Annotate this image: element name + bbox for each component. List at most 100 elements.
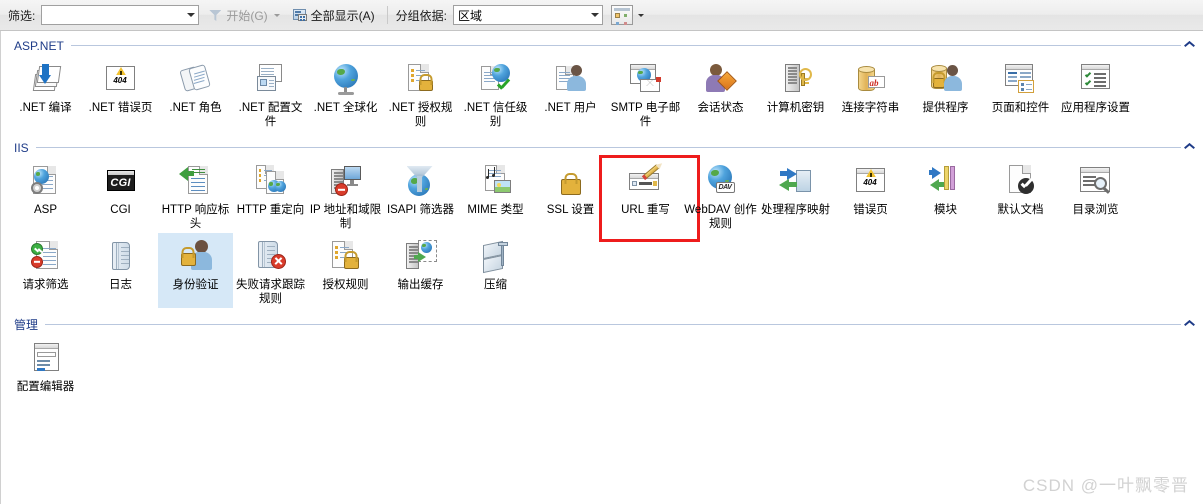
collapse-chevron-icon[interactable]	[1184, 40, 1195, 49]
feature-authentication[interactable]: 身份验证	[158, 233, 233, 308]
dotnet-globalization-icon	[329, 62, 363, 96]
feature-dotnet-authorization-rules[interactable]: .NET 授权规则	[383, 56, 458, 131]
ip-address-domain-restrictions-icon	[329, 164, 363, 198]
dotnet-error-pages-icon: 404	[104, 62, 138, 96]
feature-connection-strings[interactable]: ab 连接字符串	[833, 56, 908, 131]
feature-mime-types[interactable]: MIME 类型	[458, 158, 533, 233]
feature-asp[interactable]: ASP	[8, 158, 83, 233]
chevron-down-icon[interactable]	[591, 13, 600, 17]
application-settings-icon	[1079, 62, 1113, 96]
feature-compression[interactable]: 压缩	[458, 233, 533, 308]
feature-application-settings[interactable]: 应用程序设置	[1058, 56, 1133, 131]
http-response-headers-icon	[178, 164, 213, 198]
authorization-rules-icon	[329, 239, 363, 273]
feature-dotnet-compilation[interactable]: .NET 编译	[8, 56, 83, 131]
feature-failed-request-tracing-rules[interactable]: 失败请求跟踪规则	[233, 233, 308, 308]
section-management: 管理 配置编辑器	[0, 316, 1203, 410]
view-mode-button[interactable]	[611, 5, 634, 25]
dotnet-compilation-icon	[29, 62, 63, 96]
feature-dotnet-error-pages[interactable]: 404 .NET 错误页	[83, 56, 158, 131]
feature-label: 身份验证	[172, 279, 219, 291]
feature-dotnet-trust-levels[interactable]: .NET 信任级别	[458, 56, 533, 131]
section-title: ASP.NET	[14, 38, 64, 53]
show-all-button[interactable]: 全部显示(A)	[288, 4, 379, 26]
feature-cgi[interactable]: CGI CGI	[83, 158, 158, 233]
feature-label: 模块	[934, 204, 957, 216]
feature-dotnet-users[interactable]: .NET 用户	[533, 56, 608, 131]
collapse-chevron-icon[interactable]	[1184, 319, 1195, 328]
icon-grid-management: 配置编辑器	[8, 335, 1203, 410]
feature-dotnet-roles[interactable]: .NET 角色	[158, 56, 233, 131]
machine-key-icon	[779, 62, 813, 96]
feature-label: 压缩	[484, 279, 507, 291]
feature-label: 提供程序	[922, 102, 969, 114]
feature-ip-address-domain-restrictions[interactable]: IP 地址和域限制	[308, 158, 383, 233]
feature-pages-and-controls[interactable]: 页面和控件	[983, 56, 1058, 131]
feature-label: ISAPI 筛选器	[386, 204, 455, 216]
feature-logging[interactable]: 日志	[83, 233, 158, 308]
filter-input[interactable]	[41, 5, 200, 25]
chevron-down-icon[interactable]	[187, 13, 196, 17]
feature-dotnet-profile[interactable]: .NET 配置文件	[233, 56, 308, 131]
smtp-email-icon	[629, 62, 663, 96]
feature-request-filtering[interactable]: 请求筛选	[8, 233, 83, 308]
authentication-icon	[179, 239, 213, 273]
cgi-icon: CGI	[104, 164, 138, 198]
start-filter-label: 开始(G)	[226, 8, 268, 23]
section-title: 管理	[14, 318, 39, 332]
feature-directory-browsing[interactable]: 目录浏览	[1058, 158, 1133, 233]
feature-providers[interactable]: 提供程序	[908, 56, 983, 131]
feature-ssl-settings[interactable]: SSL 设置	[533, 158, 608, 233]
feature-dotnet-globalization[interactable]: .NET 全球化	[308, 56, 383, 131]
feature-label: .NET 角色	[169, 102, 222, 114]
request-filtering-icon	[29, 239, 63, 273]
feature-label: CGI	[110, 204, 131, 216]
dotnet-users-icon	[554, 62, 588, 96]
failed-request-tracing-rules-icon	[254, 239, 288, 273]
feature-label: MIME 类型	[467, 204, 524, 216]
feature-handler-mappings[interactable]: 处理程序映射	[758, 158, 833, 233]
feature-label: 授权规则	[322, 279, 369, 291]
feature-label: 日志	[109, 279, 132, 291]
collapse-chevron-icon[interactable]	[1184, 142, 1195, 151]
feature-http-response-headers[interactable]: HTTP 响应标头	[158, 158, 233, 233]
feature-label: URL 重写	[621, 204, 670, 216]
feature-output-caching[interactable]: 输出缓存	[383, 233, 458, 308]
isapi-filters-icon	[404, 164, 438, 198]
feature-label: .NET 错误页	[88, 102, 153, 114]
feature-label: 会话状态	[697, 102, 744, 114]
feature-label: 页面和控件	[991, 102, 1050, 114]
show-all-label: 全部显示(A)	[310, 8, 375, 23]
feature-isapi-filters[interactable]: ISAPI 筛选器	[383, 158, 458, 233]
group-by-select[interactable]: 区域	[453, 5, 604, 25]
feature-authorization-rules[interactable]: 授权规则	[308, 233, 383, 308]
section-header-aspnet: ASP.NET	[14, 37, 1181, 54]
feature-label: 连接字符串	[841, 102, 900, 114]
feature-http-redirect[interactable]: HTTP 重定向	[233, 158, 308, 233]
http-redirect-icon	[254, 164, 288, 198]
feature-smtp-email[interactable]: SMTP 电子邮件	[608, 56, 683, 131]
feature-label: SMTP 电子邮件	[610, 102, 681, 128]
feature-default-document[interactable]: 默认文档	[983, 158, 1058, 233]
feature-modules[interactable]: 模块	[908, 158, 983, 233]
feature-error-pages[interactable]: 404 错误页	[833, 158, 908, 233]
view-mode-dropdown-icon[interactable]	[638, 13, 645, 17]
feature-url-rewrite[interactable]: URL 重写	[599, 155, 700, 242]
directory-browsing-icon	[1079, 164, 1113, 198]
start-filter-button[interactable]: 开始(G)	[203, 4, 283, 26]
feature-session-state[interactable]: 会话状态	[683, 56, 758, 131]
output-caching-icon	[404, 239, 438, 273]
handler-mappings-icon	[778, 164, 813, 198]
group-by-value: 区域	[458, 8, 483, 23]
feature-label: .NET 授权规则	[388, 102, 453, 128]
feature-label: 应用程序设置	[1061, 102, 1130, 114]
feature-label: 默认文档	[997, 204, 1044, 216]
feature-webdav-authoring-rules[interactable]: DAV WebDAV 创作规则	[683, 158, 758, 233]
show-all-icon	[292, 7, 308, 23]
section-iis: IIS ASP CGI CGI HTTP 响应标头 HTTP 重定向 IP 地址…	[0, 139, 1203, 308]
dotnet-profile-icon	[254, 62, 288, 96]
feature-machine-key[interactable]: 计算机密钥	[758, 56, 833, 131]
feature-configuration-editor[interactable]: 配置编辑器	[8, 335, 83, 410]
feature-label: HTTP 重定向	[236, 204, 305, 216]
start-dropdown-icon[interactable]	[273, 13, 280, 17]
